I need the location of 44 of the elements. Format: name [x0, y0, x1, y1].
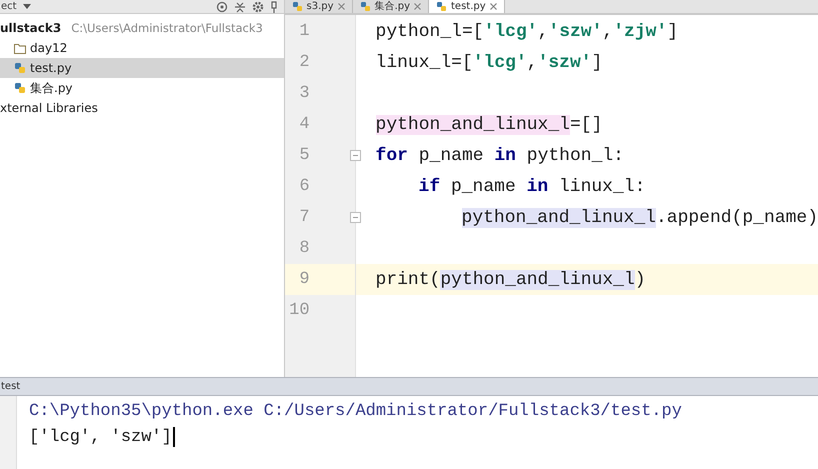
file-tab[interactable]: 集合.py: [352, 0, 430, 13]
text-cursor: [172, 426, 175, 447]
close-icon[interactable]: [414, 3, 422, 10]
folder-icon: [14, 42, 26, 54]
tree-item[interactable]: day12: [0, 38, 284, 58]
close-icon[interactable]: [490, 3, 497, 10]
line-number: 3: [298, 84, 310, 103]
line-number: 6: [298, 177, 310, 196]
code-line: python_and_linux_l.append(p_name): [462, 206, 818, 230]
file-tab[interactable]: s3.py: [284, 0, 353, 13]
tree-item[interactable]: test.py: [0, 58, 284, 78]
python-file-icon: [14, 82, 26, 94]
target-icon[interactable]: [216, 0, 228, 12]
line-number: 5: [298, 146, 310, 165]
code-line: linux_l=['lcg','szw']: [376, 52, 602, 74]
console-line: C:\Python35\python.exe C:/Users/Administrator/Fullstack3/test.py: [29, 401, 682, 423]
python-file-icon: [292, 1, 303, 12]
file-tab[interactable]: test.py: [429, 0, 505, 13]
python-file-icon: [436, 1, 448, 12]
run-title: test: [1, 381, 20, 392]
code-line: if p_name in linux_l:: [418, 176, 646, 198]
tree-item[interactable]: xternal Libraries: [0, 98, 284, 118]
python-file-icon: [14, 62, 26, 74]
fold-icon[interactable]: [350, 150, 361, 161]
close-icon[interactable]: [338, 3, 345, 10]
code-line: python_l=['lcg','szw','zjw']: [376, 20, 678, 44]
line-number: 9: [298, 270, 310, 289]
code-line: for p_name in python_l:: [376, 144, 624, 168]
fold-icon[interactable]: [350, 212, 361, 223]
caret-icon[interactable]: [22, 4, 31, 10]
pin-icon[interactable]: [270, 0, 278, 12]
settings-icon[interactable]: [252, 0, 264, 12]
line-number: 2: [298, 53, 310, 72]
line-number: 7: [298, 208, 310, 227]
tree-item[interactable]: 集合.py: [0, 78, 284, 98]
view-selector[interactable]: ect: [1, 1, 17, 12]
line-number: 4: [298, 115, 310, 134]
python-file-icon: [360, 1, 371, 12]
collapse-icon[interactable]: [234, 0, 246, 12]
console-line: ['lcg', 'szw']: [29, 425, 682, 451]
line-number: 10: [288, 301, 310, 320]
tree-item[interactable]: ullstack3 C:\Users\Administrator\Fullstack3: [0, 18, 284, 38]
line-number: 8: [298, 239, 310, 258]
line-number: 1: [298, 22, 310, 41]
